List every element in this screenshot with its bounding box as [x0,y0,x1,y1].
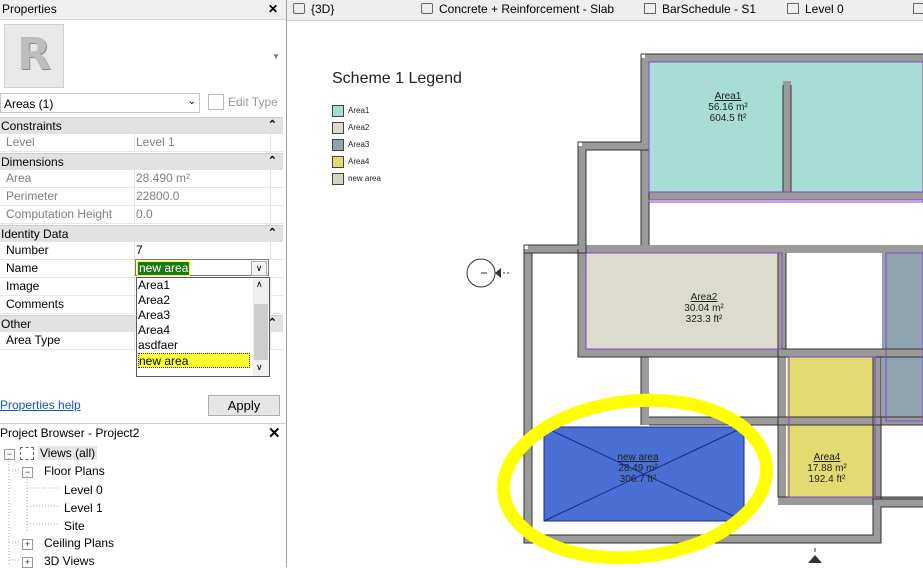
chevron-down-icon[interactable]: ▼ [272,52,280,61]
row-computation-height: Computation Height 0.0 [0,205,283,224]
row-perimeter: Perimeter 22800.0 [0,187,283,206]
dropdown-option[interactable]: Area2 [138,293,250,308]
revit-logo-icon: R [4,24,64,88]
tab-concrete-reinforcement-slab[interactable]: Concrete + Reinforcement - Slab [421,2,614,16]
type-selector[interactable]: Areas (1) ⌄ [0,93,200,113]
area3-fill [882,249,923,424]
tree-guide-lines [8,458,60,564]
close-icon[interactable]: ✕ [268,426,281,441]
properties-titlebar: Properties ✕ [0,0,286,20]
tab-3d[interactable]: {3D} [293,2,334,16]
dropdown-option-selected[interactable]: new area [138,353,250,368]
name-dropdown-list[interactable]: Area1 Area2 Area3 Area4 asdfaer new area… [136,277,270,377]
name-input[interactable]: new area [137,261,191,276]
properties-title: Properties [2,2,57,16]
tab-barschedule[interactable]: BarSchedule - S1 [644,2,756,16]
row-area: Area 28.490 m² [0,169,283,188]
dropdown-option[interactable]: Area1 [138,278,250,293]
cube-icon [293,3,305,14]
new-area-tag[interactable]: new area 28.49 m² 306.7 ft² [605,452,671,485]
collapse-icon[interactable]: ⌃ [268,154,277,167]
chevron-down-icon: ⌄ [187,96,196,107]
section-constraints[interactable]: Constraints ⌃ [0,117,283,134]
tab-level-0[interactable]: Level 0 [787,2,844,16]
dropdown-option[interactable]: asdfaer [138,338,250,353]
apply-button[interactable]: Apply [208,395,280,416]
project-browser: Project Browser - Project2 ✕ − Views (al… [0,423,286,568]
floor-plan-icon [787,3,799,14]
floor-plan-icon [913,3,923,14]
edit-type-button[interactable]: Edit Type [206,93,286,113]
section-identity-data[interactable]: Identity Data ⌃ [0,225,283,242]
properties-help-link[interactable]: Properties help [0,398,81,412]
area2-tag[interactable]: Area2 30.04 m² 323.3 ft² [671,292,737,325]
section-dimensions[interactable]: Dimensions ⌃ [0,153,283,170]
scroll-down-icon[interactable]: ∨ [256,362,263,373]
collapse-icon[interactable]: ⌃ [268,226,277,239]
close-icon[interactable]: ✕ [268,2,278,17]
view-tab-bar: {3D} Concrete + Reinforcement - Slab Bar… [287,0,923,21]
row-level[interactable]: Level Level 1 [0,133,283,152]
name-combobox[interactable]: new area ∨ [135,259,269,276]
floor-plan-drawing [466,53,923,565]
schedule-icon [644,3,656,14]
area4-tag[interactable]: Area4 17.88 m² 192.4 ft² [794,452,860,485]
properties-panel: Properties ✕ R ▼ Areas (1) ⌄ Edit Type C… [0,0,286,420]
chevron-down-icon[interactable]: ∨ [251,261,267,276]
drawing-canvas[interactable]: Scheme 1 Legend Area1 Area2 Area3 Area4 … [287,21,923,567]
dropdown-option[interactable]: Area3 [138,308,250,323]
scrollbar-thumb[interactable] [254,304,268,360]
dropdown-option[interactable]: Area4 [138,323,250,338]
edit-type-icon [208,94,224,110]
scroll-up-icon[interactable]: ∧ [256,279,263,290]
dropdown-scrollbar[interactable]: ∧ ∨ [253,278,269,376]
tab-overflow[interactable] [913,2,923,16]
row-number[interactable]: Number 7 [0,241,283,260]
collapse-icon[interactable]: ⌃ [268,118,277,131]
area1-tag[interactable]: Area1 56.16 m² 604.5 ft² [695,91,761,124]
cube-icon [421,3,433,14]
